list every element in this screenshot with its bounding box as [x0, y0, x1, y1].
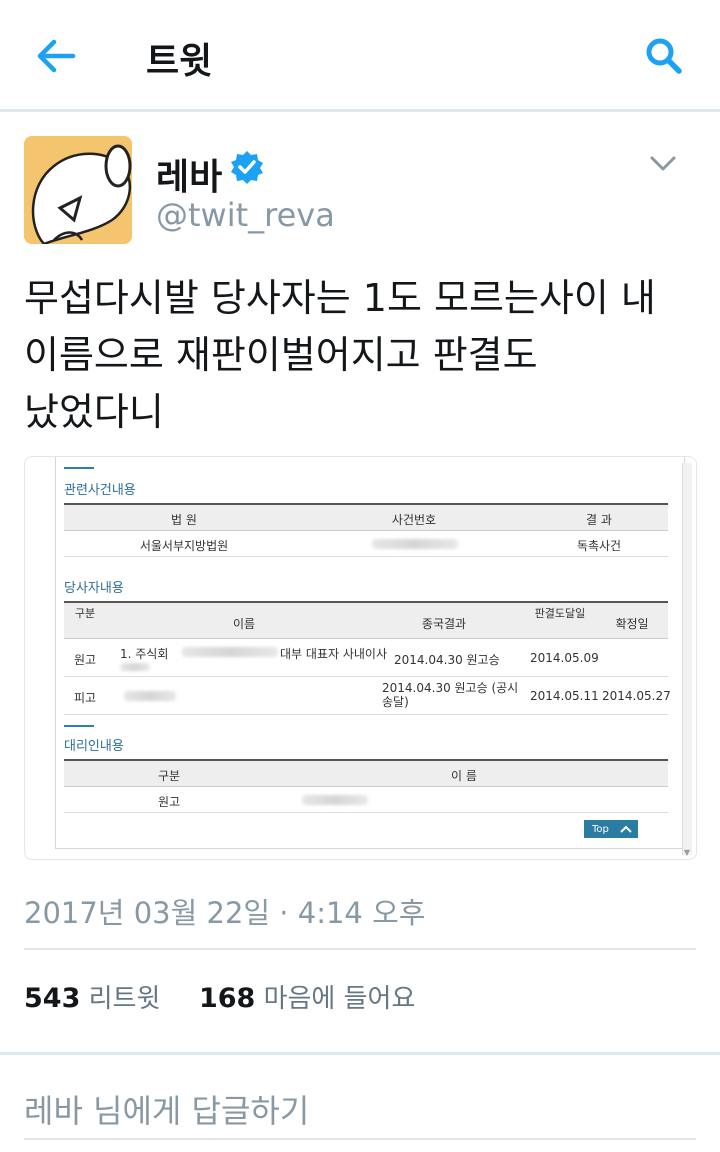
tweet-timestamp: 2017년 03월 22일 · 4:14 오후: [24, 896, 426, 930]
tweet-media-image[interactable]: 관련사건내용 법 원 사건번호 결 과 서울서부지방법원 독촉사건 당사자내용 …: [24, 456, 697, 860]
table-row: 원고 1. 주식회 대부 대표자 사내이사 2014.04.30 원고승 201…: [64, 639, 668, 677]
table-header: 구분 이 름: [64, 759, 668, 787]
section-title-parties: 당사자내용: [64, 581, 124, 596]
column-header: 법 원: [171, 513, 197, 527]
column-header: 이 름: [451, 769, 477, 783]
column-header: 구분: [157, 769, 181, 783]
result-cell: 독촉사건: [576, 539, 622, 553]
table-row: 원고: [64, 787, 668, 813]
redacted-name: [124, 691, 176, 701]
chevron-down-icon[interactable]: [648, 152, 678, 176]
tweet-line: 이름으로 재판이벌어지고 판결도: [24, 333, 538, 377]
section-title-agent: 대리인내용: [64, 739, 124, 754]
tweet-stats: 543 리트윗 168 마음에 들어요: [24, 978, 415, 1015]
author-handle[interactable]: @twit_reva: [156, 196, 335, 234]
redacted-name: [302, 795, 368, 805]
search-icon: [646, 38, 682, 74]
cartoon-avatar-image: [24, 136, 132, 244]
page-title: 트윗: [146, 41, 213, 82]
final-date-cell: 2014.05.27: [602, 689, 671, 703]
arrow-left-icon: [37, 39, 76, 73]
court-cell: 서울서부지방법원: [139, 539, 229, 553]
search-button[interactable]: [638, 30, 690, 82]
top-button: Top: [584, 820, 638, 838]
column-header: 확정일: [615, 617, 649, 631]
section-marker: [64, 725, 94, 727]
column-header: 구분: [74, 607, 96, 620]
divider: [24, 1138, 696, 1140]
column-header: 종국결과: [421, 617, 467, 631]
author-name[interactable]: 레바: [156, 148, 222, 200]
table-row: 피고 2014.04.30 원고승 (공시송달) 2014.05.11 2014…: [64, 677, 671, 715]
top-button-label: Top: [592, 823, 609, 835]
reply-input[interactable]: 레바 님에게 답글하기: [24, 1086, 309, 1132]
section-title-related-case: 관련사건내용: [64, 483, 136, 498]
back-button[interactable]: [30, 30, 82, 82]
section-marker: [64, 467, 94, 469]
result-cell: 2014.04.30 원고승: [394, 653, 500, 667]
table-header: 구분 이름 종국결과 판결도달일 확정일: [64, 601, 668, 639]
column-header: 결 과: [586, 513, 612, 527]
retweet-count[interactable]: 543: [24, 983, 80, 1014]
delivery-date-cell: 2014.05.11: [530, 689, 599, 703]
redacted-name: [182, 647, 278, 657]
verified-badge-icon: [231, 151, 263, 184]
table-header: 법 원 사건번호 결 과: [64, 503, 668, 531]
retweet-label[interactable]: 리트윗: [89, 984, 161, 1014]
avatar[interactable]: [24, 136, 132, 244]
tweet-line: 났었다니: [24, 390, 164, 434]
divider: [0, 1052, 720, 1055]
delivery-date-cell: 2014.05.09: [530, 651, 599, 665]
divider: [24, 948, 696, 950]
party-type-cell: 원고: [73, 653, 97, 667]
tweet-text: 무섭다시발 당사자는 1도 모르는사이 내 이름으로 재판이벌어지고 판결도 났…: [24, 270, 696, 441]
redacted-case-number: [372, 539, 458, 549]
agent-type-cell: 원고: [157, 795, 181, 809]
like-count[interactable]: 168: [199, 983, 255, 1014]
table-row: 서울서부지방법원 독촉사건: [64, 531, 668, 557]
party-type-cell: 피고: [73, 691, 97, 705]
party-name-prefix: 1. 주식회: [120, 647, 169, 661]
redacted-name: [120, 663, 150, 671]
party-name-suffix: 대부 대표자 사내이사: [280, 647, 387, 661]
like-label[interactable]: 마음에 들어요: [264, 984, 416, 1014]
column-header: 이름: [232, 617, 256, 631]
result-cell: 2014.04.30 원고승 (공시송달): [382, 681, 519, 709]
scrollbar[interactable]: [682, 463, 692, 855]
court-record-page: 관련사건내용 법 원 사건번호 결 과 서울서부지방법원 독촉사건 당사자내용 …: [55, 457, 685, 849]
scroll-down-arrow-icon[interactable]: ▼: [682, 848, 692, 857]
column-header: 판결도달일: [534, 607, 586, 620]
tweet-line: 무섭다시발 당사자는 1도 모르는사이 내: [24, 276, 656, 320]
top-bar: 트윗: [0, 0, 720, 112]
column-header: 사건번호: [391, 513, 437, 527]
chevron-up-icon: [620, 825, 632, 833]
